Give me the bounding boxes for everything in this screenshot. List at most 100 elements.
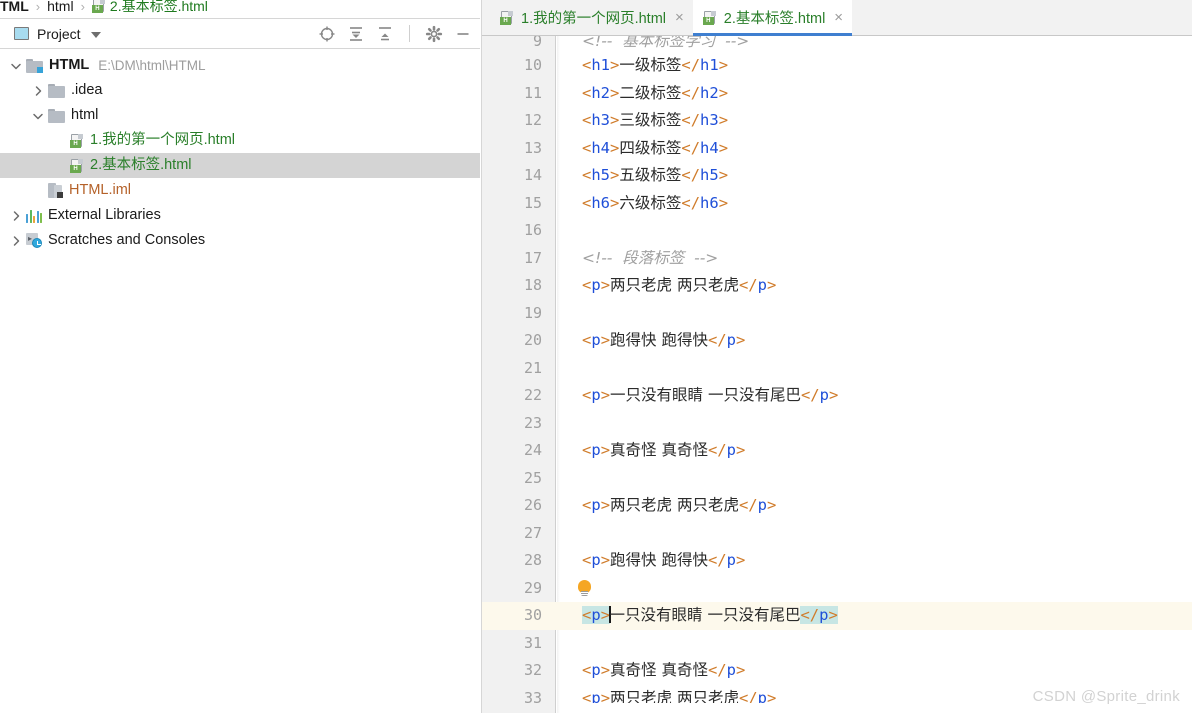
code-line-26[interactable]: 26 <p>两只老虎 两只老虎</p> [482,492,1192,520]
chevron-right-icon[interactable] [8,233,24,249]
chevron-right-icon[interactable] [8,208,24,224]
line-number: 19 [523,303,542,322]
tree-item-label: 1.我的第一个网页.html [90,132,236,148]
line-number: 25 [523,468,542,487]
code-line-16[interactable]: 16 [482,217,1192,245]
line-number: 13 [523,138,542,157]
html-file-icon: H [500,10,514,25]
code-editor[interactable]: 9 <!-- 基本标签学习 --> 10 <h1>一级标签</h1> 11 <h2>二级标… [482,36,1192,713]
code-line-23[interactable]: 23 [482,410,1192,438]
line-content: <p>跑得快 跑得快</p> [582,331,746,349]
code-line-29[interactable]: 29 [482,575,1192,603]
line-number: 20 [523,331,542,349]
code-line-24[interactable]: 24 <p>真奇怪 真奇怪</p> [482,437,1192,465]
line-content: <h1>一级标签</h1> [582,56,729,74]
locate-icon[interactable] [318,25,336,43]
line-number: 9 [532,36,542,50]
code-line-27[interactable]: 27 [482,520,1192,548]
code-line-32[interactable]: 32 <p>真奇怪 真奇怪</p> [482,657,1192,685]
minimize-icon[interactable] [454,25,472,43]
tree-item-html[interactable]: html [0,103,480,128]
line-content: <p>真奇怪 真奇怪</p> [582,441,746,459]
external-libraries-icon [26,209,42,223]
chevron-down-icon[interactable] [8,58,24,74]
code-line-14[interactable]: 14 <h5>五级标签</h5> [482,162,1192,190]
gear-icon[interactable] [425,25,443,43]
code-line-11[interactable]: 11 <h2>二级标签</h2> [482,80,1192,108]
tree-item-scratches-and-consoles[interactable]: ▸ Scratches and Consoles [0,228,480,253]
line-content: <h3>三级标签</h3> [582,111,729,129]
close-icon[interactable]: × [834,10,843,25]
chevron-down-icon[interactable] [90,31,101,38]
editor-tab-1[interactable]: H 1.我的第一个网页.html × [490,0,693,35]
code-line-18[interactable]: 18 <p>两只老虎 两只老虎</p> [482,272,1192,300]
tree-item-label: HTML.iml [69,182,132,198]
iml-file-icon [48,183,63,198]
line-number: 21 [523,358,542,377]
tree-item-label: .idea [71,82,103,98]
line-number: 12 [523,111,542,129]
line-number: 14 [523,166,542,184]
close-icon[interactable]: × [675,10,684,25]
line-number: 23 [523,413,542,432]
tree-item-label: html [71,107,99,123]
tree-item-external-libraries[interactable]: External Libraries [0,203,480,228]
code-line-31[interactable]: 31 [482,630,1192,658]
folder-icon [48,83,65,98]
tree-item-label: 2.基本标签.html [90,157,192,173]
line-number: 22 [523,386,542,404]
tree-item-label: External Libraries [48,207,161,223]
breadcrumb: TML › html › H 2.基本标签.html [0,0,480,18]
code-line-15[interactable]: 15 <h6>六级标签</h6> [482,190,1192,218]
tree-item-idea[interactable]: .idea [0,78,480,103]
html-file-icon: H [702,10,717,25]
code-line-12[interactable]: 12 <h3>三级标签</h3> [482,107,1192,135]
line-number: 32 [523,661,542,679]
editor-tab-label: 1.我的第一个网页.html [521,11,667,27]
line-content: <h2>二级标签</h2> [582,83,729,102]
line-content: <!-- 段落标签 --> [582,248,719,267]
tree-item-label: Scratches and Consoles [48,232,206,248]
code-line-25[interactable]: 25 [482,465,1192,493]
breadcrumb-segment-project[interactable]: TML [0,0,29,15]
line-number: 11 [523,83,542,102]
tree-item-html-iml[interactable]: HTML.iml [0,178,480,203]
editor-area: H 1.我的第一个网页.html × H 2.基本标签.html × 9 <!-- 基本标签… [481,0,1192,713]
code-line-9[interactable]: 9 <!-- 基本标签学习 --> [482,36,1192,52]
ide-window: TML › html › H 2.基本标签.html Project HTML … [0,0,1192,713]
line-content: <h5>五级标签</h5> [582,166,729,184]
expand-all-icon[interactable] [347,25,365,43]
code-line-28[interactable]: 28 <p>跑得快 跑得快</p> [482,547,1192,575]
breadcrumb-separator-icon: › [80,0,85,14]
tree-item-label: HTML [49,57,90,73]
line-content: <p>真奇怪 真奇怪</p> [582,661,746,679]
code-line-10[interactable]: 10 <h1>一级标签</h1> [482,52,1192,80]
folder-icon [48,108,65,123]
intention-bulb-icon[interactable] [577,579,592,598]
chevron-right-icon[interactable] [30,83,46,99]
collapse-all-icon[interactable] [376,25,394,43]
code-line-20[interactable]: 20 <p>跑得快 跑得快</p> [482,327,1192,355]
code-line-13[interactable]: 13 <h4>四级标签</h4> [482,135,1192,163]
code-line-30[interactable]: 30 <p>一只没有眼睛 一只没有尾巴</p> [482,602,1192,630]
toolbar-divider [409,25,410,42]
code-line-21[interactable]: 21 [482,355,1192,383]
tree-item-2-html[interactable]: H 2.基本标签.html [0,153,480,178]
project-tree[interactable]: HTML E:\DM\html\HTML .idea html H 1.我的第一个网页.h… [0,50,480,713]
line-number: 29 [523,578,542,597]
tree-item-1-html[interactable]: H 1.我的第一个网页.html [0,128,480,153]
editor-tab-2[interactable]: H 2.基本标签.html × [692,0,853,36]
line-content: <p>一只没有眼睛 一只没有尾巴</p> [582,386,839,404]
code-line-17[interactable]: 17 <!-- 段落标签 --> [482,245,1192,273]
breadcrumb-segment-folder[interactable]: html [47,0,73,15]
tree-item-path: E:\DM\html\HTML [98,58,206,73]
breadcrumb-separator-icon: › [35,0,41,14]
breadcrumb-segment-file[interactable]: 2.基本标签.html [110,0,208,15]
code-line-19[interactable]: 19 [482,300,1192,328]
tree-item-html[interactable]: HTML E:\DM\html\HTML [0,53,480,78]
line-number: 16 [523,221,542,239]
line-number: 27 [523,523,542,542]
code-line-22[interactable]: 22 <p>一只没有眼睛 一只没有尾巴</p> [482,382,1192,410]
line-content: <h6>六级标签</h6> [582,193,729,212]
chevron-down-icon[interactable] [30,108,46,124]
